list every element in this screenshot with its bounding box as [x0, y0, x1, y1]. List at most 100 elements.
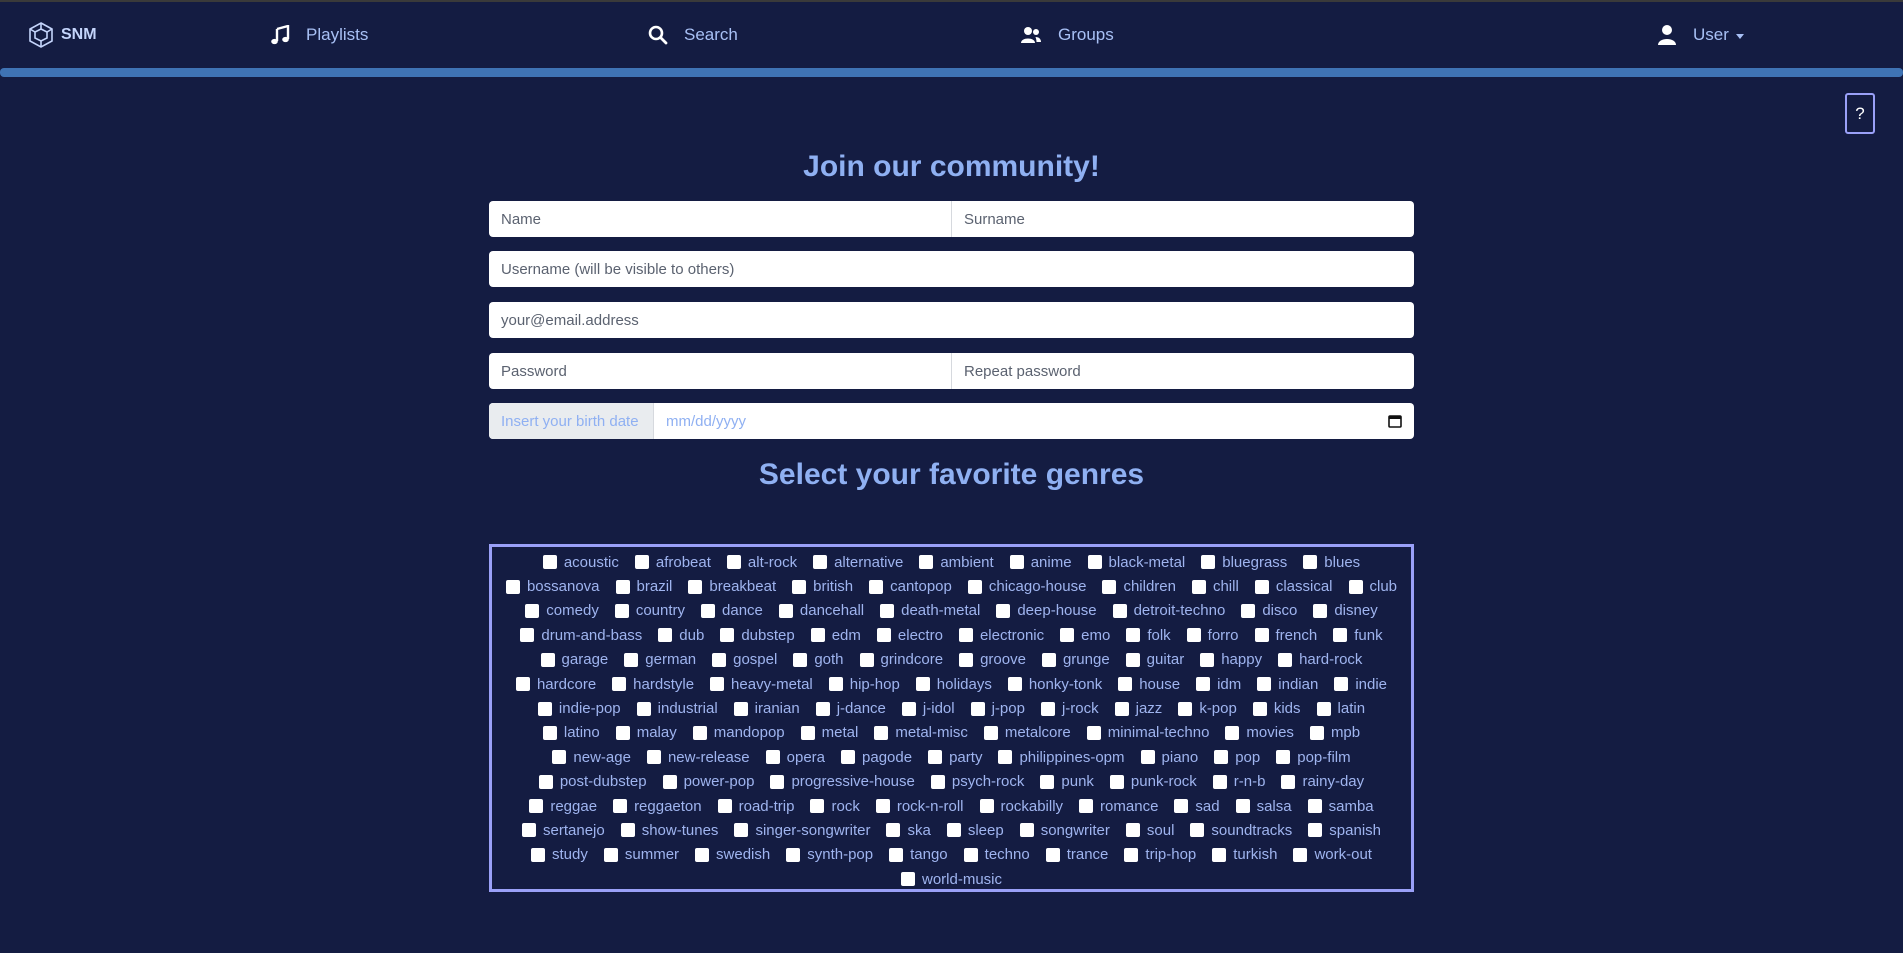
genre-option[interactable]: new-age — [552, 745, 631, 769]
genre-option[interactable]: synth-pop — [786, 843, 873, 867]
genre-checkbox[interactable] — [1178, 701, 1193, 716]
genre-option[interactable]: alternative — [813, 550, 903, 574]
genre-checkbox[interactable] — [967, 579, 982, 594]
genre-checkbox[interactable] — [720, 628, 735, 643]
genre-checkbox[interactable] — [624, 652, 639, 667]
genre-checkbox[interactable] — [886, 823, 901, 838]
genre-option[interactable]: blues — [1303, 550, 1360, 574]
genre-checkbox[interactable] — [889, 847, 904, 862]
genre-checkbox[interactable] — [1293, 847, 1308, 862]
genre-checkbox[interactable] — [778, 603, 793, 618]
genre-checkbox[interactable] — [1040, 701, 1055, 716]
genre-checkbox[interactable] — [869, 579, 884, 594]
genre-option[interactable]: mpb — [1309, 721, 1360, 745]
genre-checkbox[interactable] — [1257, 677, 1272, 692]
genre-option[interactable]: electronic — [958, 623, 1044, 647]
genre-option[interactable]: samba — [1307, 794, 1374, 818]
genre-checkbox[interactable] — [859, 652, 874, 667]
genre-option[interactable]: trance — [1045, 843, 1108, 867]
genre-checkbox[interactable] — [946, 823, 961, 838]
genre-checkbox[interactable] — [770, 774, 785, 789]
genre-checkbox[interactable] — [1007, 677, 1022, 692]
genre-option[interactable]: pop — [1214, 745, 1260, 769]
genre-option[interactable]: soundtracks — [1190, 818, 1292, 842]
genre-checkbox[interactable] — [1348, 579, 1363, 594]
genre-option[interactable]: breakbeat — [688, 574, 776, 598]
genre-checkbox[interactable] — [1109, 774, 1124, 789]
genre-checkbox[interactable] — [963, 847, 978, 862]
genre-checkbox[interactable] — [1307, 799, 1322, 814]
genre-checkbox[interactable] — [529, 799, 544, 814]
genre-option[interactable]: disco — [1241, 599, 1297, 623]
genre-checkbox[interactable] — [800, 725, 815, 740]
genre-checkbox[interactable] — [979, 799, 994, 814]
genre-checkbox[interactable] — [1186, 628, 1201, 643]
genre-option[interactable]: opera — [765, 745, 825, 769]
genre-checkbox[interactable] — [1254, 579, 1269, 594]
genre-option[interactable]: psych-rock — [930, 770, 1024, 794]
genre-option[interactable]: hip-hop — [828, 672, 900, 696]
genre-option[interactable]: trip-hop — [1124, 843, 1196, 867]
genre-checkbox[interactable] — [520, 628, 535, 643]
genre-option[interactable]: german — [624, 648, 696, 672]
genre-option[interactable]: goth — [793, 648, 844, 672]
genre-checkbox[interactable] — [695, 847, 710, 862]
genre-option[interactable]: minimal-techno — [1086, 721, 1209, 745]
help-button[interactable]: ? — [1845, 93, 1875, 134]
genre-option[interactable]: pagode — [841, 745, 912, 769]
user-dropdown[interactable]: User — [1657, 2, 1744, 68]
genre-checkbox[interactable] — [1254, 628, 1269, 643]
genre-option[interactable]: work-out — [1293, 843, 1372, 867]
genre-option[interactable]: latino — [542, 721, 600, 745]
birth-date-input[interactable]: mm/dd/yyyy — [653, 403, 1414, 439]
genre-checkbox[interactable] — [810, 628, 825, 643]
genre-checkbox[interactable] — [615, 725, 630, 740]
surname-field[interactable]: Surname — [951, 201, 1414, 237]
genre-option[interactable]: romance — [1079, 794, 1158, 818]
genre-option[interactable]: forro — [1186, 623, 1239, 647]
genre-option[interactable]: idm — [1196, 672, 1241, 696]
genre-checkbox[interactable] — [1191, 579, 1206, 594]
genre-checkbox[interactable] — [958, 628, 973, 643]
genre-option[interactable]: dance — [701, 599, 763, 623]
brand-link[interactable]: SNM — [28, 2, 97, 68]
genre-checkbox[interactable] — [1252, 701, 1267, 716]
genre-option[interactable]: soul — [1125, 818, 1174, 842]
genre-checkbox[interactable] — [1241, 603, 1256, 618]
genre-option[interactable]: cantopop — [869, 574, 952, 598]
genre-checkbox[interactable] — [919, 555, 934, 570]
genre-option[interactable]: post-dubstep — [538, 770, 647, 794]
genre-checkbox[interactable] — [793, 652, 808, 667]
genre-option[interactable]: house — [1118, 672, 1180, 696]
genre-checkbox[interactable] — [1309, 725, 1324, 740]
genre-option[interactable]: groove — [959, 648, 1026, 672]
genre-option[interactable]: acoustic — [542, 550, 619, 574]
genre-checkbox[interactable] — [1200, 652, 1215, 667]
genre-option[interactable]: industrial — [636, 696, 718, 720]
genre-checkbox[interactable] — [828, 677, 843, 692]
genre-checkbox[interactable] — [813, 555, 828, 570]
genre-checkbox[interactable] — [815, 701, 830, 716]
genre-option[interactable]: singer-songwriter — [734, 818, 870, 842]
genre-checkbox[interactable] — [538, 774, 553, 789]
genre-checkbox[interactable] — [1040, 774, 1055, 789]
genre-checkbox[interactable] — [634, 555, 649, 570]
genre-option[interactable]: dancehall — [778, 599, 864, 623]
genre-option[interactable]: guitar — [1125, 648, 1184, 672]
nav-groups[interactable]: Groups — [1020, 2, 1114, 68]
genre-option[interactable]: tango — [889, 843, 948, 867]
genre-checkbox[interactable] — [810, 799, 825, 814]
genre-option[interactable]: spanish — [1308, 818, 1381, 842]
email-field[interactable]: your@email.address — [489, 302, 1414, 338]
genre-option[interactable]: salsa — [1235, 794, 1292, 818]
genre-checkbox[interactable] — [658, 628, 673, 643]
genre-option[interactable]: songwriter — [1019, 818, 1110, 842]
genre-option[interactable]: edm — [810, 623, 861, 647]
genre-option[interactable]: latin — [1316, 696, 1365, 720]
genre-checkbox[interactable] — [874, 725, 889, 740]
genre-checkbox[interactable] — [505, 579, 520, 594]
genre-checkbox[interactable] — [603, 847, 618, 862]
genre-checkbox[interactable] — [1334, 677, 1349, 692]
genre-checkbox[interactable] — [1125, 652, 1140, 667]
genre-checkbox[interactable] — [1087, 555, 1102, 570]
